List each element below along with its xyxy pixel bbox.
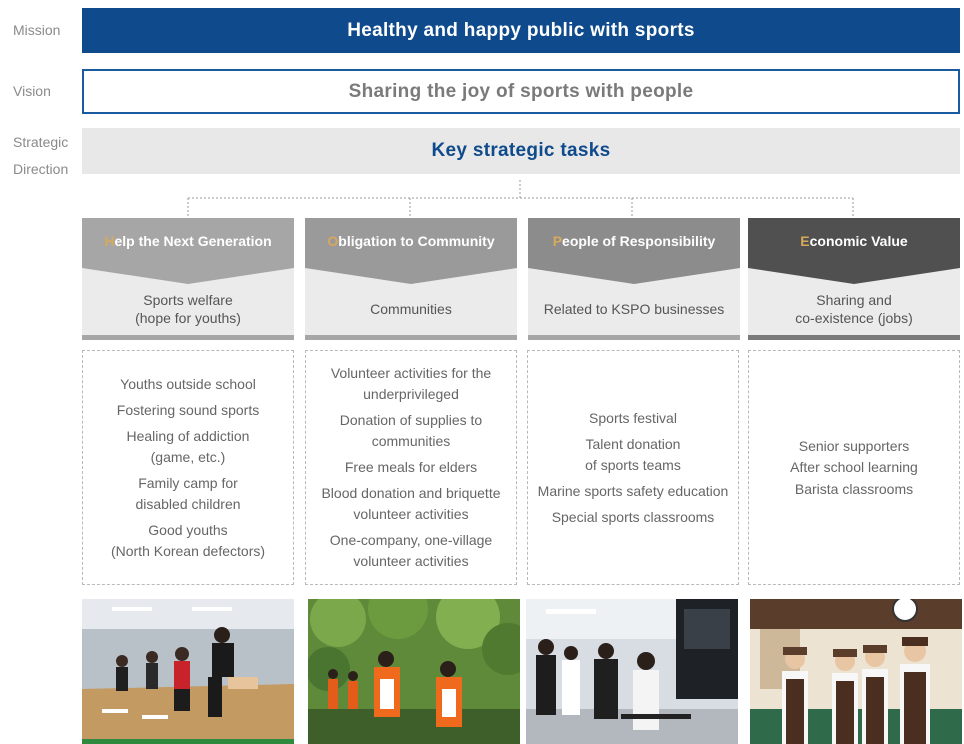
senior-barista-photo (750, 599, 962, 744)
header-initial: O (327, 233, 339, 249)
task-item: Blood donation and briquette volunteer a… (321, 485, 501, 522)
mission-label: Mission (13, 22, 61, 38)
mission-banner: Healthy and happy public with sports (82, 8, 960, 53)
column-responsibility: People of Responsibility Related to KSPO… (528, 218, 740, 340)
header-initial: H (104, 233, 115, 249)
mission-text: Healthy and happy public with sports (347, 19, 695, 41)
header-arrow (82, 264, 294, 284)
strategic-direction-label: Strategic Direction (13, 134, 69, 177)
header-arrow (305, 264, 517, 284)
header-title: elp the Next Generation (114, 233, 272, 249)
task-item: Family camp for disabled children (135, 474, 241, 512)
youth-sports-training-photo (82, 599, 294, 744)
column-header: Obligation to Community (305, 218, 517, 264)
broadcast-classroom-photo (526, 599, 738, 744)
task-item: Talent donation of sports teams (585, 435, 681, 473)
column-subtitle: Sports welfare (hope for youths) (82, 283, 294, 340)
header-arrow (748, 264, 960, 284)
column-economic-value: Economic Value Sharing and co-existence … (748, 218, 960, 340)
column-subtitle: Communities (305, 283, 517, 340)
task-list-economic-value: Senior supporters After school learning … (748, 350, 960, 585)
strategy-banner: Key strategic tasks (82, 128, 960, 174)
header-title: eople of Responsibility (562, 233, 716, 249)
task-item: Youths outside school (120, 375, 256, 392)
task-item: Senior supporters (798, 437, 910, 454)
column-subtitle: Related to KSPO businesses (528, 283, 740, 340)
column-header: Economic Value (748, 218, 960, 264)
vision-text: Sharing the joy of sports with people (348, 80, 694, 102)
task-item: Donation of supplies to communities (339, 412, 483, 449)
task-item: Sports festival (589, 409, 677, 426)
strategy-text: Key strategic tasks (431, 140, 611, 161)
header-initial: P (552, 233, 563, 249)
task-item: One-company, one-village volunteer activ… (329, 532, 493, 569)
task-item: Good youths (North Korean defectors) (110, 521, 266, 559)
task-item: After school learning (790, 459, 918, 475)
vision-label: Vision (13, 83, 51, 99)
column-subtitle: Sharing and co-existence (jobs) (748, 283, 960, 340)
task-list-responsibility: Sports festival Talent donation of sport… (527, 350, 739, 585)
task-item: Free meals for elders (344, 459, 478, 475)
task-list-next-generation: Youths outside school Fostering sound sp… (82, 350, 294, 585)
task-item: Special sports classrooms (551, 508, 715, 525)
task-list-community: Volunteer activities for the underprivil… (305, 350, 517, 585)
column-header: Help the Next Generation (82, 218, 294, 264)
column-community: Obligation to Community Communities (305, 218, 517, 340)
community-volunteer-photo (308, 599, 520, 744)
column-header: People of Responsibility (528, 218, 740, 264)
header-initial: E (800, 233, 810, 249)
task-item: Marine sports safety education (537, 482, 729, 499)
task-item: Fostering sound sports (116, 401, 260, 418)
header-arrow (528, 264, 740, 284)
task-item: Healing of addiction (game, etc.) (126, 427, 250, 465)
column-next-generation: Help the Next Generation Sports welfare … (82, 218, 294, 340)
header-title: conomic Value (809, 233, 908, 249)
vision-banner: Sharing the joy of sports with people (82, 69, 960, 114)
task-item: Volunteer activities for the underprivil… (330, 365, 492, 402)
header-title: bligation to Community (338, 233, 495, 249)
task-item: Barista classrooms (794, 480, 914, 497)
